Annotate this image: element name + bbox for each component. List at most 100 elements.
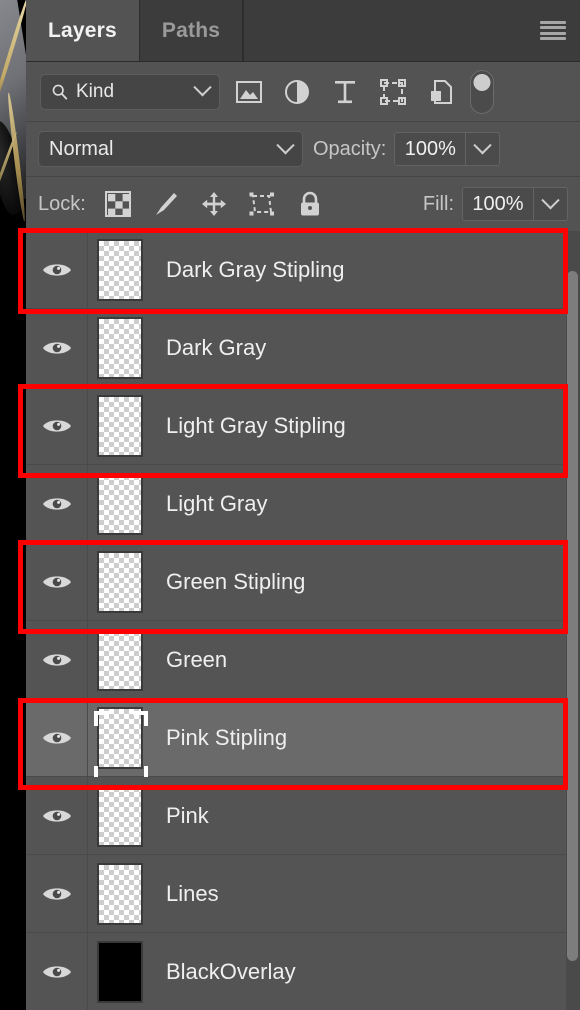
layer-list[interactable]: Dark Gray Stipling Dark Gray Light Gray St…	[26, 231, 580, 1010]
eye-icon	[42, 575, 71, 588]
layer-name-label[interactable]: Pink Stipling	[152, 725, 580, 751]
layer-thumbnail[interactable]	[97, 940, 143, 1003]
opacity-input[interactable]: 100%	[394, 132, 467, 166]
layer-row[interactable]: Pink Stipling	[26, 699, 580, 781]
layer-thumbnail[interactable]	[97, 862, 143, 925]
lock-all-icon[interactable]	[296, 190, 324, 218]
layer-name-label[interactable]: Dark Gray Stipling	[152, 257, 580, 283]
layer-visibility-toggle[interactable]	[26, 309, 88, 386]
layer-visibility-toggle[interactable]	[26, 543, 88, 620]
layer-name-label[interactable]: BlackOverlay	[152, 959, 580, 985]
layer-list-scrollbar-track[interactable]	[566, 231, 580, 1010]
chevron-down-icon	[276, 135, 295, 154]
layer-thumbnail-cell[interactable]	[88, 706, 152, 781]
fill-input[interactable]: 100%	[462, 187, 534, 221]
chevron-down-icon	[193, 78, 212, 97]
layer-thumbnail[interactable]	[97, 784, 143, 847]
opacity-label: Opacity:	[313, 137, 387, 160]
panel-tab-bar: Layers Paths	[26, 0, 580, 62]
blend-opacity-row: Normal Opacity: 100%	[26, 122, 580, 177]
eye-icon	[42, 419, 71, 432]
layer-thumbnail-cell[interactable]	[88, 394, 152, 457]
blend-mode-value: Normal	[49, 137, 114, 160]
tab-layers[interactable]: Layers	[26, 0, 140, 61]
blend-mode-dropdown[interactable]: Normal	[38, 131, 303, 167]
tab-paths[interactable]: Paths	[139, 0, 244, 61]
lock-label: Lock:	[38, 192, 86, 215]
tab-bar-filler	[243, 0, 580, 61]
chevron-down-icon	[473, 135, 493, 154]
filter-smart-object-layers-icon[interactable]	[426, 77, 456, 107]
lock-artboard-nesting-icon[interactable]	[248, 190, 276, 218]
lock-image-pixels-icon[interactable]	[152, 190, 180, 218]
layer-visibility-toggle[interactable]	[26, 855, 88, 932]
filter-kind-dropdown[interactable]: Kind	[40, 73, 220, 110]
lock-position-icon[interactable]	[200, 190, 228, 218]
layer-thumbnail[interactable]	[97, 394, 143, 457]
layer-thumbnail[interactable]	[97, 238, 143, 301]
layer-name-label[interactable]: Dark Gray	[152, 335, 580, 361]
layer-row[interactable]: Light Gray Stipling	[26, 387, 580, 465]
layer-visibility-toggle[interactable]	[26, 699, 88, 776]
layer-name-label[interactable]: Green Stipling	[152, 569, 580, 595]
layer-thumbnail-cell[interactable]	[88, 472, 152, 535]
layer-row[interactable]: Light Gray	[26, 465, 580, 543]
filter-type-icons	[234, 77, 456, 107]
fill-label: Fill:	[422, 192, 454, 215]
filter-enable-toggle[interactable]	[470, 69, 494, 114]
layer-visibility-toggle[interactable]	[26, 387, 88, 464]
tab-layers-label: Layers	[48, 18, 117, 42]
layer-thumbnail-cell[interactable]	[88, 316, 152, 379]
layer-thumbnail-cell[interactable]	[88, 784, 152, 847]
layer-visibility-toggle[interactable]	[26, 465, 88, 542]
filter-shape-layers-icon[interactable]	[378, 77, 408, 107]
hamburger-menu-icon[interactable]	[540, 20, 566, 41]
layer-list-scrollbar-thumb[interactable]	[567, 271, 578, 961]
layer-visibility-toggle[interactable]	[26, 231, 88, 308]
fill-stepper-button[interactable]	[534, 187, 568, 221]
layer-row[interactable]: Dark Gray	[26, 309, 580, 387]
layer-name-label[interactable]: Light Gray Stipling	[152, 413, 580, 439]
layer-thumbnail[interactable]	[97, 628, 143, 691]
layer-row[interactable]: BlackOverlay	[26, 933, 580, 1010]
layer-thumbnail-cell[interactable]	[88, 862, 152, 925]
layer-thumbnail-cell[interactable]	[88, 550, 152, 613]
layer-visibility-toggle[interactable]	[26, 933, 88, 1010]
lock-icons	[104, 190, 324, 218]
layer-name-label[interactable]: Green	[152, 647, 580, 673]
canvas-artwork-sliver	[0, 0, 26, 1010]
eye-icon	[42, 497, 71, 510]
layer-thumbnail-cell[interactable]	[88, 628, 152, 691]
photoshop-layers-panel-screenshot: Layers Paths Kind Normal Opacity: 100% L…	[0, 0, 580, 1010]
eye-icon	[42, 263, 71, 276]
layer-row[interactable]: Dark Gray Stipling	[26, 231, 580, 309]
filter-adjustment-layers-icon[interactable]	[282, 77, 312, 107]
layers-panel: Layers Paths Kind Normal Opacity: 100% L…	[26, 0, 580, 1010]
layer-thumbnail[interactable]	[97, 316, 143, 379]
layer-row[interactable]: Pink	[26, 777, 580, 855]
chevron-down-icon	[541, 190, 560, 209]
layer-thumbnail[interactable]	[97, 550, 143, 613]
layer-thumbnail-cell[interactable]	[88, 238, 152, 301]
eye-icon	[42, 887, 71, 900]
filter-kind-label: Kind	[76, 80, 115, 102]
layer-row[interactable]: Green Stipling	[26, 543, 580, 621]
layer-row[interactable]: Lines	[26, 855, 580, 933]
filter-pixel-layers-icon[interactable]	[234, 77, 264, 107]
layer-name-label[interactable]: Lines	[152, 881, 580, 907]
layer-visibility-toggle[interactable]	[26, 621, 88, 698]
layer-row[interactable]: Green	[26, 621, 580, 699]
lock-transparent-pixels-icon[interactable]	[104, 190, 132, 218]
eye-icon	[42, 653, 71, 666]
eye-icon	[42, 731, 71, 744]
layer-thumbnail-cell[interactable]	[88, 940, 152, 1003]
tab-paths-label: Paths	[161, 18, 221, 42]
layer-thumbnail[interactable]	[97, 706, 143, 769]
layer-thumbnail[interactable]	[97, 472, 143, 535]
layer-name-label[interactable]: Light Gray	[152, 491, 580, 517]
opacity-stepper-button[interactable]	[466, 132, 501, 166]
eye-icon	[42, 341, 71, 354]
layer-name-label[interactable]: Pink	[152, 803, 580, 829]
filter-type-layers-icon[interactable]	[330, 77, 360, 107]
layer-visibility-toggle[interactable]	[26, 777, 88, 854]
